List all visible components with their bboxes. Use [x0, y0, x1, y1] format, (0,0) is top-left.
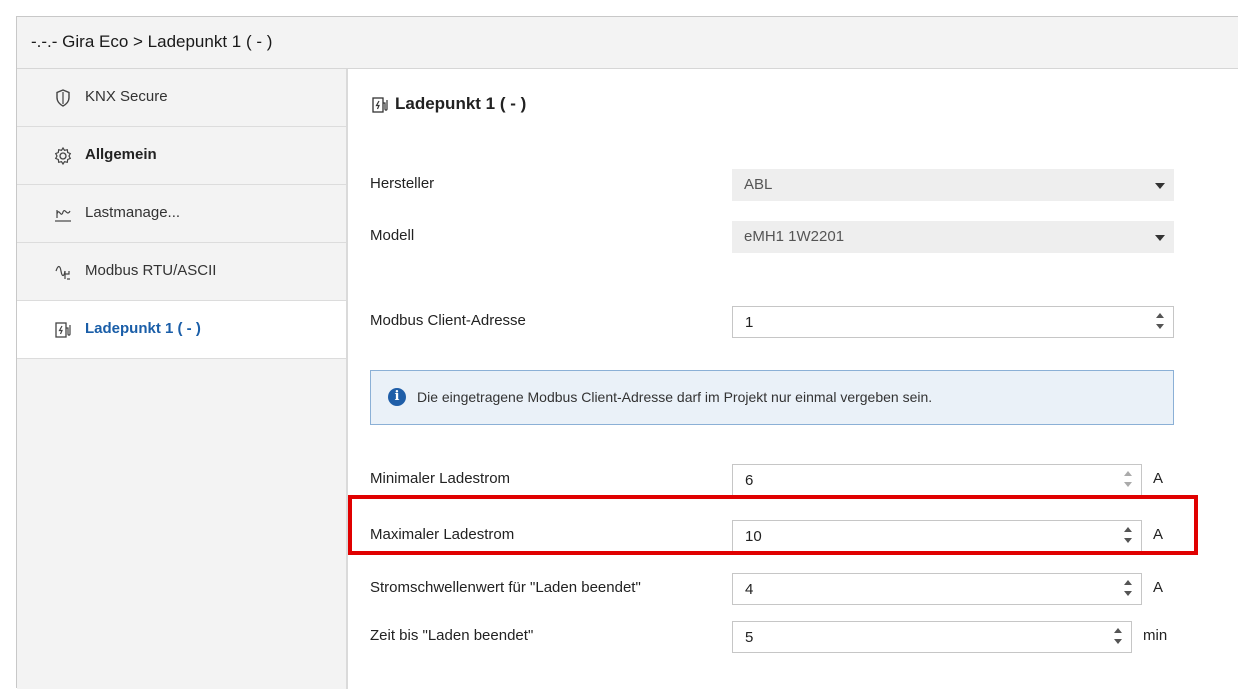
min-current-value: 6 [745, 472, 754, 489]
gear-icon [54, 146, 72, 166]
spin-down-icon[interactable] [1124, 482, 1132, 487]
parameter-window: -.-.- Gira Eco > Ladepunkt 1 ( - ) KNX S… [16, 16, 1238, 689]
charging-station-icon [55, 322, 71, 338]
modbus-icon [55, 265, 70, 280]
hersteller-label: Hersteller [370, 175, 435, 192]
threshold-value: 4 [745, 581, 754, 598]
spin-up-icon[interactable] [1124, 527, 1132, 532]
spin-down-icon[interactable] [1156, 324, 1164, 329]
sidebar-item-allgemein[interactable]: Allgemein [17, 127, 346, 185]
spin-down-icon[interactable] [1124, 591, 1132, 596]
load-curve-icon [55, 209, 71, 222]
chevron-down-icon [1155, 235, 1165, 241]
modell-label: Modell [370, 227, 415, 244]
client-address-label: Modbus Client-Adresse [370, 312, 526, 329]
time-unit: min [1143, 627, 1168, 644]
max-current-stepper[interactable]: 10 [732, 520, 1142, 552]
modell-dropdown[interactable]: eMH1 1W2201 [732, 221, 1174, 253]
time-value: 5 [745, 629, 754, 646]
modell-value: eMH1 1W2201 [744, 228, 845, 245]
hersteller-dropdown[interactable]: ABL [732, 169, 1174, 201]
info-icon: i [388, 388, 406, 406]
threshold-unit: A [1153, 579, 1164, 596]
info-box: i Die eingetragene Modbus Client-Adresse… [370, 370, 1174, 425]
parameter-panel: Ladepunkt 1 ( - ) Hersteller ABL Modell … [348, 69, 1238, 689]
sidebar-item-ladepunkt[interactable]: Ladepunkt 1 ( - ) [17, 301, 346, 359]
time-stepper[interactable]: 5 [732, 621, 1132, 653]
sidebar-item-label: Ladepunkt 1 ( - ) [85, 320, 201, 337]
client-address-value: 1 [745, 314, 754, 331]
sidebar-item-modbus[interactable]: Modbus RTU/ASCII [17, 243, 346, 301]
sidebar-item-label: Lastmanage... [85, 204, 181, 221]
sidebar-item-knx-secure[interactable]: KNX Secure [17, 69, 346, 127]
max-current-unit: A [1153, 526, 1164, 543]
client-address-stepper[interactable]: 1 [732, 306, 1174, 338]
info-text: Die eingetragene Modbus Client-Adresse d… [417, 389, 933, 405]
shield-icon [56, 89, 70, 107]
time-label: Zeit bis "Laden beendet" [370, 627, 534, 644]
spin-down-icon[interactable] [1114, 639, 1122, 644]
window-title: -.-.- Gira Eco > Ladepunkt 1 ( - ) [31, 32, 273, 51]
spin-up-icon[interactable] [1124, 580, 1132, 585]
hersteller-value: ABL [744, 176, 773, 193]
sidebar-item-lastmanagement[interactable]: Lastmanage... [17, 185, 346, 243]
sidebar-item-label: KNX Secure [85, 88, 168, 105]
threshold-label: Stromschwellenwert für "Laden beendet" [370, 579, 641, 596]
chevron-down-icon [1155, 183, 1165, 189]
page-title-text: Ladepunkt 1 ( - ) [395, 94, 527, 113]
title-bar: -.-.- Gira Eco > Ladepunkt 1 ( - ) [17, 17, 1238, 69]
sidebar: KNX Secure Allgemein Lastmanage... Modbu… [17, 69, 348, 689]
sidebar-item-label: Allgemein [85, 146, 157, 163]
spin-down-icon[interactable] [1124, 538, 1132, 543]
min-current-unit: A [1153, 470, 1164, 487]
charging-station-icon [372, 97, 388, 113]
spin-up-icon[interactable] [1114, 628, 1122, 633]
threshold-stepper[interactable]: 4 [732, 573, 1142, 605]
max-current-value: 10 [745, 528, 762, 545]
sidebar-item-label: Modbus RTU/ASCII [85, 262, 217, 279]
spin-up-icon[interactable] [1156, 313, 1164, 318]
min-current-stepper[interactable]: 6 [732, 464, 1142, 496]
spin-up-icon[interactable] [1124, 471, 1132, 476]
min-current-label: Minimaler Ladestrom [370, 470, 511, 487]
max-current-label: Maximaler Ladestrom [370, 526, 515, 543]
